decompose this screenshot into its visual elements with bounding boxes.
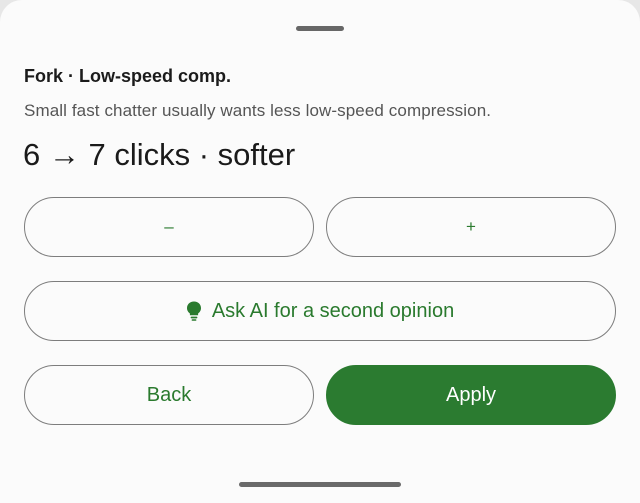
drag-handle[interactable] — [296, 26, 344, 31]
increment-button[interactable]: + — [326, 197, 616, 257]
decrement-label: – — [164, 217, 174, 236]
bottom-sheet: Fork · Low-speed comp. Small fast chatte… — [0, 0, 640, 503]
back-label: Back — [146, 383, 192, 406]
setting-title: Fork · Low-speed comp. — [24, 66, 232, 86]
back-button[interactable]: Back — [24, 365, 314, 425]
increment-label: + — [466, 217, 476, 236]
lightbulb-icon — [186, 301, 201, 321]
setting-description: Small fast chatter usually wants less lo… — [24, 101, 492, 120]
gesture-nav-bar[interactable] — [239, 482, 401, 487]
change-summary: 6 → 7 clicks · softer — [23, 137, 296, 172]
apply-label: Apply — [445, 383, 497, 406]
ask-ai-label: Ask AI for a second opinion — [211, 299, 455, 322]
ask-ai-button[interactable]: Ask AI for a second opinion — [24, 281, 616, 341]
apply-button[interactable]: Apply — [326, 365, 616, 425]
decrement-button[interactable]: – — [24, 197, 314, 257]
